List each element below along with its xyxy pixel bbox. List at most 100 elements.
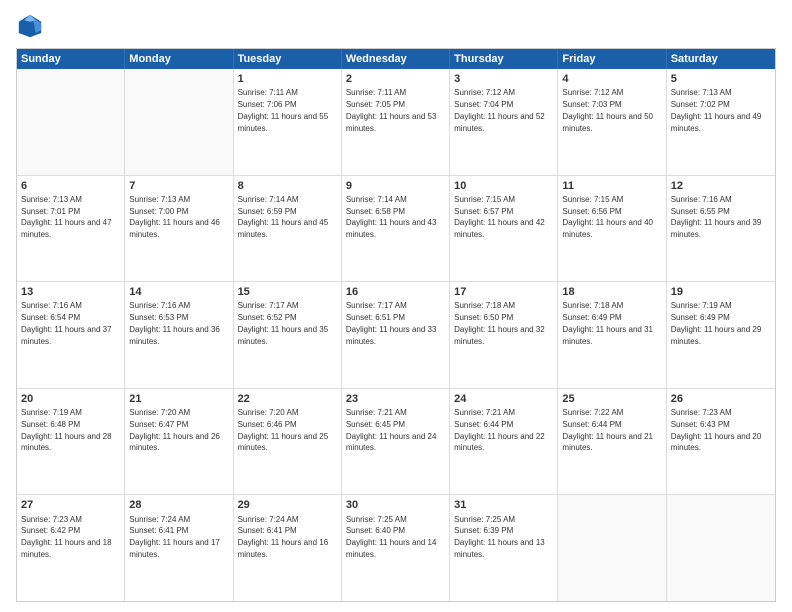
calendar-cell: 2 Sunrise: 7:11 AMSunset: 7:05 PMDaylight…	[342, 69, 450, 175]
day-number: 12	[671, 179, 771, 193]
calendar-cell: 9 Sunrise: 7:14 AMSunset: 6:58 PMDaylight…	[342, 176, 450, 282]
weekday-header: Tuesday	[234, 49, 342, 69]
calendar-cell: 26Sunrise: 7:23 AMSunset: 6:43 PMDayligh…	[667, 389, 775, 495]
sun-info: Sunrise: 7:24 AMSunset: 6:41 PMDaylight:…	[129, 515, 220, 559]
sun-info: Sunrise: 7:18 AMSunset: 6:49 PMDaylight:…	[562, 301, 653, 345]
day-number: 27	[21, 498, 120, 512]
day-number: 25	[562, 392, 661, 406]
calendar-cell: 16 Sunrise: 7:17 AMSunset: 6:51 PMDayligh…	[342, 282, 450, 388]
sun-info: Sunrise: 7:17 AMSunset: 6:51 PMDaylight:…	[346, 301, 437, 345]
calendar-cell: 25 Sunrise: 7:22 AMSunset: 6:44 PMDayligh…	[558, 389, 666, 495]
day-number: 28	[129, 498, 228, 512]
weekday-header: Monday	[125, 49, 233, 69]
day-number: 26	[671, 392, 771, 406]
calendar-week-row: 20Sunrise: 7:19 AMSunset: 6:48 PMDayligh…	[17, 389, 775, 496]
day-number: 9	[346, 179, 445, 193]
day-number: 11	[562, 179, 661, 193]
sun-info: Sunrise: 7:11 AMSunset: 7:06 PMDaylight:…	[238, 88, 329, 132]
day-number: 24	[454, 392, 553, 406]
day-number: 4	[562, 72, 661, 86]
calendar-cell: 13 Sunrise: 7:16 AMSunset: 6:54 PMDayligh…	[17, 282, 125, 388]
day-number: 6	[21, 179, 120, 193]
sun-info: Sunrise: 7:25 AMSunset: 6:39 PMDaylight:…	[454, 515, 545, 559]
sun-info: Sunrise: 7:19 AMSunset: 6:49 PMDaylight:…	[671, 301, 762, 345]
day-number: 5	[671, 72, 771, 86]
calendar-cell: 24 Sunrise: 7:21 AMSunset: 6:44 PMDayligh…	[450, 389, 558, 495]
calendar-week-row: 1 Sunrise: 7:11 AMSunset: 7:06 PMDaylight…	[17, 69, 775, 176]
sun-info: Sunrise: 7:15 AMSunset: 6:56 PMDaylight:…	[562, 195, 653, 239]
calendar-body: 1 Sunrise: 7:11 AMSunset: 7:06 PMDaylight…	[17, 69, 775, 601]
sun-info: Sunrise: 7:25 AMSunset: 6:40 PMDaylight:…	[346, 515, 437, 559]
calendar-header: SundayMondayTuesdayWednesdayThursdayFrid…	[17, 49, 775, 69]
sun-info: Sunrise: 7:12 AMSunset: 7:03 PMDaylight:…	[562, 88, 653, 132]
day-number: 3	[454, 72, 553, 86]
page: SundayMondayTuesdayWednesdayThursdayFrid…	[0, 0, 792, 612]
day-number: 17	[454, 285, 553, 299]
calendar-cell: 17 Sunrise: 7:18 AMSunset: 6:50 PMDayligh…	[450, 282, 558, 388]
calendar-cell	[125, 69, 233, 175]
sun-info: Sunrise: 7:13 AMSunset: 7:01 PMDaylight:…	[21, 195, 112, 239]
sun-info: Sunrise: 7:12 AMSunset: 7:04 PMDaylight:…	[454, 88, 545, 132]
weekday-header: Saturday	[667, 49, 775, 69]
sun-info: Sunrise: 7:16 AMSunset: 6:53 PMDaylight:…	[129, 301, 220, 345]
calendar-cell: 19 Sunrise: 7:19 AMSunset: 6:49 PMDayligh…	[667, 282, 775, 388]
sun-info: Sunrise: 7:13 AMSunset: 7:02 PMDaylight:…	[671, 88, 762, 132]
calendar-cell: 5 Sunrise: 7:13 AMSunset: 7:02 PMDaylight…	[667, 69, 775, 175]
calendar-cell: 27 Sunrise: 7:23 AMSunset: 6:42 PMDayligh…	[17, 495, 125, 601]
day-number: 1	[238, 72, 337, 86]
calendar-week-row: 13 Sunrise: 7:16 AMSunset: 6:54 PMDayligh…	[17, 282, 775, 389]
calendar-cell	[558, 495, 666, 601]
sun-info: Sunrise: 7:18 AMSunset: 6:50 PMDaylight:…	[454, 301, 545, 345]
sun-info: Sunrise: 7:17 AMSunset: 6:52 PMDaylight:…	[238, 301, 329, 345]
calendar-cell	[17, 69, 125, 175]
calendar-cell: 1 Sunrise: 7:11 AMSunset: 7:06 PMDaylight…	[234, 69, 342, 175]
day-number: 7	[129, 179, 228, 193]
day-number: 10	[454, 179, 553, 193]
sun-info: Sunrise: 7:21 AMSunset: 6:45 PMDaylight:…	[346, 408, 437, 452]
calendar-cell: 23 Sunrise: 7:21 AMSunset: 6:45 PMDayligh…	[342, 389, 450, 495]
day-number: 13	[21, 285, 120, 299]
sun-info: Sunrise: 7:23 AMSunset: 6:42 PMDaylight:…	[21, 515, 112, 559]
weekday-header: Sunday	[17, 49, 125, 69]
header	[16, 12, 776, 40]
calendar-cell: 6 Sunrise: 7:13 AMSunset: 7:01 PMDaylight…	[17, 176, 125, 282]
calendar-cell: 29Sunrise: 7:24 AMSunset: 6:41 PMDayligh…	[234, 495, 342, 601]
calendar-cell: 11 Sunrise: 7:15 AMSunset: 6:56 PMDayligh…	[558, 176, 666, 282]
sun-info: Sunrise: 7:16 AMSunset: 6:54 PMDaylight:…	[21, 301, 112, 345]
day-number: 14	[129, 285, 228, 299]
day-number: 18	[562, 285, 661, 299]
calendar-cell: 21Sunrise: 7:20 AMSunset: 6:47 PMDayligh…	[125, 389, 233, 495]
sun-info: Sunrise: 7:21 AMSunset: 6:44 PMDaylight:…	[454, 408, 545, 452]
weekday-header: Wednesday	[342, 49, 450, 69]
sun-info: Sunrise: 7:11 AMSunset: 7:05 PMDaylight:…	[346, 88, 437, 132]
day-number: 16	[346, 285, 445, 299]
calendar-cell: 3 Sunrise: 7:12 AMSunset: 7:04 PMDaylight…	[450, 69, 558, 175]
day-number: 23	[346, 392, 445, 406]
sun-info: Sunrise: 7:14 AMSunset: 6:59 PMDaylight:…	[238, 195, 329, 239]
calendar-cell: 10Sunrise: 7:15 AMSunset: 6:57 PMDayligh…	[450, 176, 558, 282]
day-number: 30	[346, 498, 445, 512]
weekday-header: Friday	[558, 49, 666, 69]
day-number: 15	[238, 285, 337, 299]
day-number: 31	[454, 498, 553, 512]
calendar-cell: 30 Sunrise: 7:25 AMSunset: 6:40 PMDayligh…	[342, 495, 450, 601]
sun-info: Sunrise: 7:24 AMSunset: 6:41 PMDaylight:…	[238, 515, 329, 559]
day-number: 20	[21, 392, 120, 406]
calendar-cell: 14 Sunrise: 7:16 AMSunset: 6:53 PMDayligh…	[125, 282, 233, 388]
sun-info: Sunrise: 7:22 AMSunset: 6:44 PMDaylight:…	[562, 408, 653, 452]
calendar-week-row: 27 Sunrise: 7:23 AMSunset: 6:42 PMDayligh…	[17, 495, 775, 601]
day-number: 2	[346, 72, 445, 86]
calendar-cell	[667, 495, 775, 601]
sun-info: Sunrise: 7:13 AMSunset: 7:00 PMDaylight:…	[129, 195, 220, 239]
day-number: 19	[671, 285, 771, 299]
day-number: 22	[238, 392, 337, 406]
calendar-week-row: 6 Sunrise: 7:13 AMSunset: 7:01 PMDaylight…	[17, 176, 775, 283]
weekday-header: Thursday	[450, 49, 558, 69]
sun-info: Sunrise: 7:14 AMSunset: 6:58 PMDaylight:…	[346, 195, 437, 239]
calendar-cell: 4 Sunrise: 7:12 AMSunset: 7:03 PMDaylight…	[558, 69, 666, 175]
logo	[16, 12, 48, 40]
calendar-cell: 15 Sunrise: 7:17 AMSunset: 6:52 PMDayligh…	[234, 282, 342, 388]
calendar-cell: 28 Sunrise: 7:24 AMSunset: 6:41 PMDayligh…	[125, 495, 233, 601]
calendar-cell: 7 Sunrise: 7:13 AMSunset: 7:00 PMDaylight…	[125, 176, 233, 282]
calendar-cell: 18 Sunrise: 7:18 AMSunset: 6:49 PMDayligh…	[558, 282, 666, 388]
